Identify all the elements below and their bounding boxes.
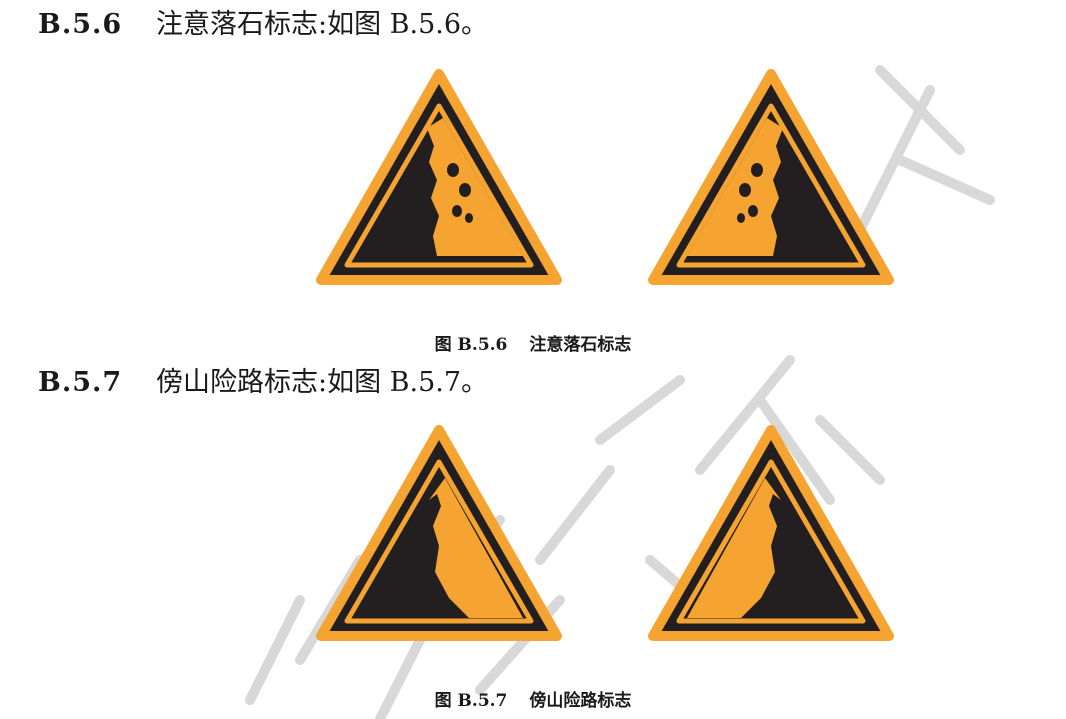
falling-rocks-left-sign-icon [313, 66, 565, 292]
figure-caption-b56: 图 B.5.6 注意落石标志 [0, 330, 1066, 355]
section-text: 注意落石标志:如图 B.5.6。 [156, 9, 489, 40]
falling-rocks-right-sign-icon [645, 66, 897, 292]
section-number: B.5.7 [38, 367, 123, 398]
caption-number: 图 B.5.6 [434, 335, 508, 355]
section-number: B.5.6 [38, 9, 123, 40]
section-text: 傍山险路标志:如图 B.5.7。 [156, 367, 489, 398]
caption-number: 图 B.5.7 [434, 691, 508, 711]
section-heading-b57: B.5.7 傍山险路标志:如图 B.5.7。 [38, 366, 488, 400]
mountain-road-right-sign-icon [645, 422, 897, 648]
caption-title: 注意落石标志 [529, 335, 632, 355]
caption-title: 傍山险路标志 [529, 691, 632, 711]
figure-caption-b57: 图 B.5.7 傍山险路标志 [0, 686, 1066, 711]
mountain-road-left-sign-icon [313, 422, 565, 648]
section-heading-b56: B.5.6 注意落石标志:如图 B.5.6。 [38, 8, 488, 42]
